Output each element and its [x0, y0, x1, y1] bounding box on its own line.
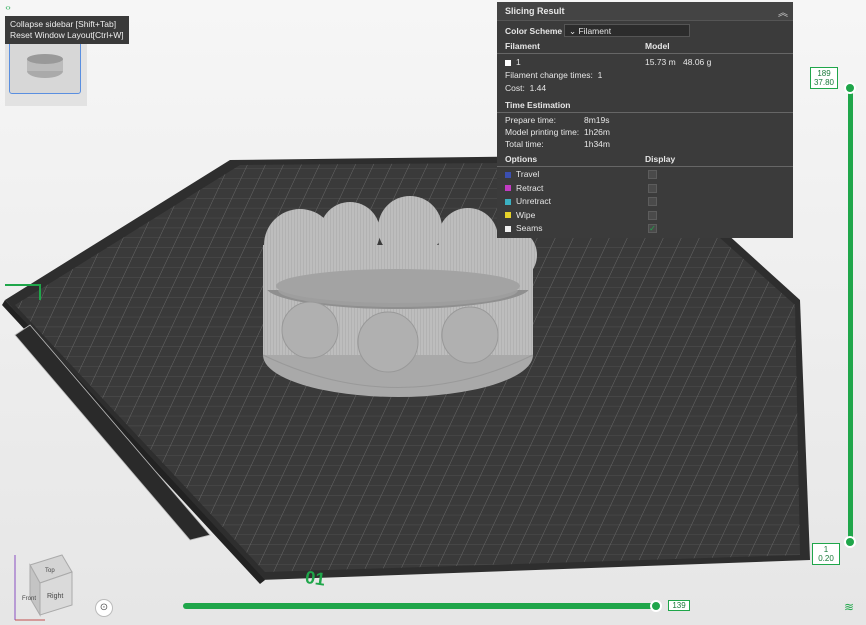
svg-text:Top: Top	[45, 568, 55, 574]
option-display-checkbox[interactable]	[648, 170, 657, 179]
option-unretract: Unretract	[505, 196, 551, 206]
printing-time-value: 1h26m	[584, 127, 610, 137]
color-scheme-value: Filament	[578, 26, 612, 36]
total-time-value: 1h34m	[584, 139, 610, 149]
option-label: Travel	[516, 169, 540, 179]
move-slider-handle[interactable]	[650, 600, 662, 612]
plate-thumbnail[interactable]	[9, 40, 81, 94]
printing-time-label: Model printing time:	[505, 127, 580, 137]
option-label: Seams	[516, 223, 543, 233]
option-travel: Travel	[505, 169, 539, 179]
cost: Cost: 1.44	[505, 83, 547, 93]
filament-row: 1	[505, 57, 521, 67]
panel-title: Slicing Result	[497, 2, 793, 21]
option-swatch	[505, 225, 511, 232]
display-header: Display	[645, 154, 676, 164]
bottom-layer-number: 1	[823, 545, 829, 554]
reset-camera-icon[interactable]: ⊙	[95, 599, 113, 617]
top-layer-number: 189	[817, 69, 831, 78]
collapse-panel-icon[interactable]: ︽	[778, 4, 788, 19]
option-wipe: Wipe	[505, 210, 535, 220]
move-slider-value: 139	[668, 600, 690, 611]
option-retract: Retract	[505, 183, 543, 193]
filament-id: 1	[516, 57, 521, 67]
collapse-sidebar-icon[interactable]: ‹›	[3, 3, 13, 13]
layer-slider-bottom-label: 1 0.20	[812, 543, 840, 565]
color-scheme-label: Color Scheme	[505, 26, 563, 36]
option-label: Wipe	[516, 209, 536, 220]
layer-slider-top-handle[interactable]	[844, 82, 856, 94]
tooltip-collapse-text: Collapse sidebar [Shift+Tab]	[10, 19, 117, 29]
option-seams: Seams	[505, 223, 542, 233]
option-swatch	[505, 198, 511, 205]
layer-slider-bottom-handle[interactable]	[844, 536, 856, 548]
svg-text:Right: Right	[47, 593, 63, 600]
layers-icon[interactable]: ≋	[842, 600, 856, 614]
prepare-time-label: Prepare time:	[505, 115, 557, 125]
option-display-checkbox[interactable]	[648, 197, 657, 206]
option-display-checkbox[interactable]	[648, 210, 657, 220]
slicing-result-panel: Slicing Result ︽ Color Scheme ⌄ Filament…	[497, 2, 793, 238]
filament-swatch	[505, 59, 511, 66]
option-label: Retract	[516, 182, 544, 193]
option-label: Unretract	[516, 196, 551, 206]
time-estimation-header: Time Estimation	[505, 100, 571, 110]
option-swatch	[505, 171, 511, 178]
model-header: Model	[645, 41, 670, 51]
layer-slider-track[interactable]	[848, 86, 853, 542]
sidebar-tooltip: Collapse sidebar [Shift+Tab] Reset Windo…	[5, 16, 129, 44]
option-swatch	[505, 185, 511, 192]
tooltip-reset-text: Reset Window Layout[Ctrl+W]	[10, 30, 124, 40]
option-display-checkbox[interactable]	[648, 183, 657, 193]
plate-number: 01	[304, 567, 327, 590]
color-scheme-select[interactable]: ⌄ Filament	[564, 24, 690, 37]
options-header: Options	[505, 154, 538, 164]
total-time-label: Total time:	[505, 139, 544, 149]
model-length: 15.73 m	[645, 57, 676, 67]
option-swatch	[505, 212, 511, 219]
layer-slider-top-label: 189 37.80	[810, 67, 838, 89]
top-layer-height: 37.80	[813, 78, 835, 87]
view-cube[interactable]: Top Front Right	[14, 554, 73, 621]
move-slider-track[interactable]	[183, 603, 656, 609]
option-display-checkbox[interactable]: ✓	[648, 224, 657, 233]
filament-header: Filament	[505, 41, 540, 51]
prepare-time-value: 8m19s	[584, 115, 610, 125]
bottom-layer-height: 0.20	[818, 554, 834, 563]
filament-change-times: Filament change times: 1	[505, 70, 603, 80]
model-weight: 48.06 g	[683, 57, 712, 67]
svg-text:Front: Front	[22, 596, 36, 602]
